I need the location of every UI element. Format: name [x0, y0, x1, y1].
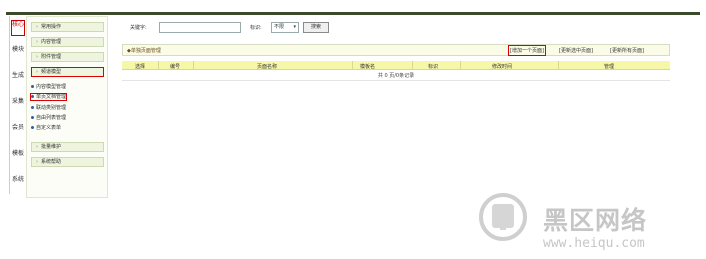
menu-item-linkage-category[interactable]: 联动类别管理	[31, 105, 66, 111]
bullet-icon	[31, 95, 34, 98]
watermark-brand: 黑区网络	[543, 206, 648, 235]
add-page-link[interactable]: [增加一个页面]	[508, 45, 546, 56]
vtab-member[interactable]: 会员	[11, 124, 25, 140]
menu-label: 内容管理	[41, 39, 62, 45]
empty-records-row: 共 0 页/0条记录	[122, 71, 670, 81]
menu-item-label: 联动类别管理	[36, 105, 67, 111]
menu-label: 批量维护	[41, 144, 62, 150]
chevron-down-icon: ▾	[293, 24, 296, 30]
menu-item-free-list[interactable]: 自由列表管理	[31, 115, 66, 121]
update-selected-link[interactable]: [更新选中页面]	[559, 47, 593, 54]
menu-item-label: 自由列表管理	[36, 115, 67, 121]
col-flag: 标识	[428, 64, 439, 70]
watermark-logo-mark	[492, 204, 514, 230]
top-header-bar	[6, 12, 700, 15]
keyword-input[interactable]	[159, 22, 241, 33]
bullet-icon	[31, 116, 34, 119]
menu-item-label: 内容模型管理	[36, 84, 67, 90]
vtab-system[interactable]: 系统	[11, 176, 25, 192]
col-modified-time: 修改时间	[492, 64, 513, 70]
chevron-right-icon: ›	[36, 159, 38, 165]
vtab-collect[interactable]: 采集	[11, 98, 25, 114]
bullet-icon	[31, 106, 34, 109]
menu-label: 附件管理	[41, 54, 62, 60]
menu-label: 频道模型	[41, 69, 62, 75]
vtab-module[interactable]: 模块	[11, 46, 25, 62]
keyword-label: 关键字:	[130, 25, 147, 31]
menu-item-label: 自定义表单	[36, 125, 62, 131]
col-template: 模板名	[360, 64, 376, 70]
chevron-down-icon: ›	[36, 69, 38, 75]
table-header	[122, 61, 670, 70]
col-id: 编号	[170, 64, 181, 70]
col-page-name: 页面名称	[257, 64, 278, 70]
category-selected-value: 不限	[274, 24, 285, 30]
menu-label: 常用操作	[41, 24, 62, 30]
watermark-url: www.heiqu.com	[543, 236, 645, 251]
vertical-tab-bar: 核心 模块 生成 采集 会员 模板 系统	[9, 16, 25, 194]
menu-attachment-manage[interactable]: › 附件管理	[31, 52, 104, 62]
chevron-right-icon: ›	[36, 24, 38, 30]
vtab-generate[interactable]: 生成	[11, 72, 25, 88]
chevron-right-icon: ›	[36, 39, 38, 45]
menu-label: 系统帮助	[41, 159, 62, 165]
column-divider	[558, 61, 559, 70]
menu-batch-maintain[interactable]: › 批量维护	[31, 142, 104, 152]
column-divider	[158, 61, 159, 70]
category-label: 标识:	[250, 25, 262, 31]
column-divider	[352, 61, 353, 70]
menu-content-manage[interactable]: › 内容管理	[31, 37, 104, 47]
column-divider	[412, 61, 413, 70]
watermark: 黑区网络 www.heiqu.com	[470, 188, 706, 259]
menu-common-ops[interactable]: › 常用操作	[31, 22, 104, 32]
column-divider	[460, 61, 461, 70]
vtab-core[interactable]: 核心	[11, 20, 25, 36]
menu-item-custom-form[interactable]: 自定义表单	[31, 125, 61, 131]
column-divider	[193, 61, 194, 70]
sidebar: › 常用操作 › 内容管理 › 附件管理 › 频道模型 内容模型管理 单页文档管理 联动…	[26, 16, 108, 198]
vtab-template[interactable]: 模板	[11, 150, 25, 166]
chevron-right-icon: ›	[36, 144, 38, 150]
list-title: ◆单独页面管理	[127, 48, 161, 54]
menu-item-label: 单页文档管理	[36, 94, 67, 100]
menu-system-help[interactable]: › 系统帮助	[31, 157, 104, 167]
col-manage: 管理	[604, 64, 615, 70]
bullet-icon	[31, 126, 34, 129]
menu-channel-model[interactable]: › 频道模型	[31, 67, 104, 77]
chevron-right-icon: ›	[36, 54, 38, 60]
bullet-icon	[31, 85, 34, 88]
search-button[interactable]: 搜索	[303, 22, 329, 33]
update-all-link[interactable]: [更新所有页面]	[610, 47, 644, 54]
col-select: 选择	[135, 64, 146, 70]
menu-item-single-page[interactable]: 单页文档管理	[29, 93, 68, 101]
main-content: 关键字: 标识: 不限 ▾ 搜索 ◆单独页面管理 [增加一个页面] [更新选中页…	[122, 16, 670, 206]
category-select[interactable]: 不限 ▾	[271, 22, 299, 33]
menu-item-content-model[interactable]: 内容模型管理	[31, 84, 66, 90]
